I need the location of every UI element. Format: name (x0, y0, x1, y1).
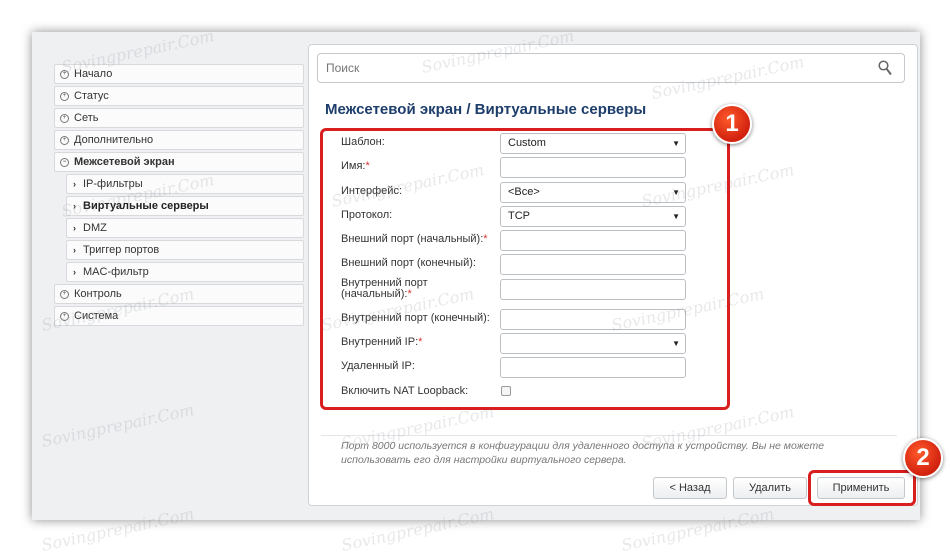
delete-button[interactable]: Удалить (733, 477, 807, 499)
info-note: Порт 8000 используется в конфигурации дл… (341, 440, 825, 466)
plus-circle-icon: + (60, 69, 69, 79)
sidebar-subitem-ip-filters[interactable]: › IP-фильтры (66, 174, 304, 194)
sidebar-subitem-label: Триггер портов (83, 244, 160, 256)
sidebar-item-system[interactable]: + Система (54, 306, 304, 326)
sidebar-item-label: Дополнительно (74, 134, 154, 146)
chevron-right-icon: › (73, 245, 76, 255)
chevron-right-icon: › (73, 201, 76, 211)
sidebar-subitem-label: MAC-фильтр (83, 266, 149, 278)
back-button[interactable]: < Назад (653, 477, 727, 499)
chevron-right-icon: › (73, 223, 76, 233)
sidebar-item-label: Система (74, 310, 119, 322)
divider (321, 435, 897, 436)
sidebar-subitem-virtual-servers[interactable]: › Виртуальные серверы (66, 196, 304, 216)
sidebar-item-label: Контроль (74, 288, 122, 300)
chevron-right-icon: › (73, 267, 76, 277)
sidebar-item-start[interactable]: + Начало (54, 64, 304, 84)
sidebar-item-label: Сеть (74, 112, 99, 124)
firewall-submenu: › IP-фильтры › Виртуальные серверы › DMZ › Т… (66, 174, 304, 282)
plus-circle-icon: + (60, 113, 69, 123)
minus-circle-icon: − (60, 157, 69, 167)
sidebar-subitem-dmz[interactable]: › DMZ (66, 218, 304, 238)
chevron-right-icon: › (73, 179, 76, 189)
sidebar-item-advanced[interactable]: + Дополнительно (54, 130, 304, 150)
sidebar-item-label: Межсетевой экран (74, 156, 175, 168)
plus-circle-icon: + (60, 91, 69, 101)
sidebar-nav: + Начало + Статус + Сеть + Дополнительно − Ме… (54, 64, 304, 328)
sidebar-subitem-label: DMZ (83, 222, 107, 234)
plus-circle-icon: + (60, 135, 69, 145)
form-highlight-frame (320, 128, 730, 410)
sidebar-subitem-label: IP-фильтры (83, 178, 143, 190)
sidebar-item-status[interactable]: + Статус (54, 86, 304, 106)
sidebar-subitem-port-trigger[interactable]: › Триггер портов (66, 240, 304, 260)
sidebar-subitem-label: Виртуальные серверы (83, 200, 209, 212)
search-icon[interactable] (878, 60, 892, 76)
step-badge-1: 1 (712, 104, 752, 144)
sidebar-item-firewall[interactable]: − Межсетевой экран (54, 152, 304, 172)
page-title: Межсетевой экран / Виртуальные серверы (325, 101, 647, 118)
sidebar-item-label: Начало (74, 68, 113, 80)
search-box (317, 53, 905, 83)
sidebar-item-label: Статус (74, 90, 109, 102)
sidebar-item-network[interactable]: + Сеть (54, 108, 304, 128)
sidebar-subitem-mac-filter[interactable]: › MAC-фильтр (66, 262, 304, 282)
search-input[interactable] (318, 54, 858, 82)
plus-circle-icon: + (60, 289, 69, 299)
step-badge-2: 2 (903, 438, 943, 478)
apply-highlight-frame (808, 470, 916, 506)
sidebar-item-control[interactable]: + Контроль (54, 284, 304, 304)
plus-circle-icon: + (60, 311, 69, 321)
